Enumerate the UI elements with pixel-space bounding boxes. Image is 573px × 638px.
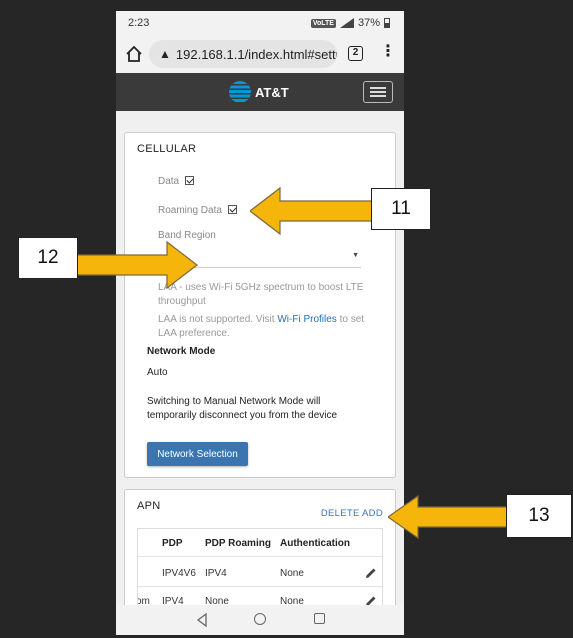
url-text: 192.168.1.1/index.html#settin: [175, 46, 337, 62]
home-circle-icon[interactable]: [254, 613, 266, 625]
tab-count-button[interactable]: 2: [348, 46, 363, 61]
att-logo: AT&T: [229, 81, 289, 103]
network-mode-label: Network Mode: [147, 346, 216, 357]
caret-down-icon: ▼: [352, 252, 359, 259]
warning-triangle-icon: ▲: [159, 47, 171, 61]
callout-13: 13: [506, 494, 572, 538]
apn-title: APN: [137, 500, 161, 512]
network-mode-value[interactable]: Auto: [147, 366, 168, 380]
manual-mode-warning: Switching to Manual Network Mode will te…: [147, 396, 338, 421]
cellular-title: CELLULAR: [137, 143, 197, 155]
callout-12: 12: [18, 237, 78, 279]
apn-actions: DELETE ADD: [321, 508, 383, 519]
pdp-roaming-cell: IPV4: [205, 568, 227, 579]
battery-icon: [384, 18, 390, 28]
table-row[interactable]: IPV4V6 IPV4 None: [138, 559, 382, 587]
authentication-cell: None: [280, 568, 304, 579]
volte-badge: VoLTE: [310, 18, 336, 28]
more-vert-icon[interactable]: ⋮: [380, 44, 396, 64]
add-apn-button[interactable]: ADD: [362, 508, 383, 519]
browser-toolbar: ▲ 192.168.1.1/index.html#settin 2 ⋮: [116, 35, 404, 73]
data-row: Data: [158, 176, 194, 187]
home-icon[interactable]: [124, 44, 144, 64]
status-bar: 2:23 VoLTE 37%: [116, 11, 404, 35]
android-nav-bar: [116, 605, 404, 635]
delete-apn-button[interactable]: DELETE: [321, 508, 360, 519]
wifi-profiles-link[interactable]: Wi-Fi Profiles: [277, 314, 336, 325]
data-checkbox[interactable]: [184, 176, 194, 185]
battery-percent: 37%: [357, 17, 380, 29]
roaming-label: Roaming Data: [158, 205, 222, 216]
recents-icon[interactable]: [314, 613, 325, 624]
arrow-13-icon: [388, 494, 510, 540]
network-selection-button[interactable]: Network Selection: [147, 442, 248, 466]
pdp-cell: IPV4V6: [162, 568, 196, 579]
apn-table-header: PDP PDP Roaming Authentication: [138, 529, 382, 557]
url-bar[interactable]: ▲ 192.168.1.1/index.html#settin: [149, 40, 337, 68]
pencil-icon[interactable]: [364, 566, 378, 580]
status-time: 2:23: [128, 17, 150, 29]
arrow-11-icon: [250, 186, 372, 236]
roaming-checkbox[interactable]: [227, 205, 237, 214]
arrow-12-icon: [77, 240, 198, 290]
data-label: Data: [158, 176, 180, 187]
status-icons: VoLTE 37%: [310, 17, 390, 29]
phone-screen: 2:23 VoLTE 37% ▲ 192.168.1.1/index.html#…: [116, 11, 404, 635]
cellular-card: CELLULAR Data Roaming Data Band Region ▼…: [124, 132, 396, 478]
column-header-pdp: PDP: [162, 538, 183, 549]
signal-icon: [339, 18, 354, 28]
roaming-row: Roaming Data: [158, 205, 237, 216]
back-icon[interactable]: [196, 613, 208, 627]
column-header-pdp-roaming: PDP Roaming: [205, 538, 271, 549]
att-header: AT&T: [116, 73, 404, 111]
hamburger-icon[interactable]: [363, 81, 393, 103]
brand-name: AT&T: [255, 84, 289, 100]
column-header-authentication: Authentication: [280, 538, 350, 549]
laa-unsupported: LAA is not supported. Visit Wi-Fi Profil…: [158, 314, 365, 339]
callout-11: 11: [371, 188, 431, 230]
att-globe-icon: [229, 81, 251, 103]
